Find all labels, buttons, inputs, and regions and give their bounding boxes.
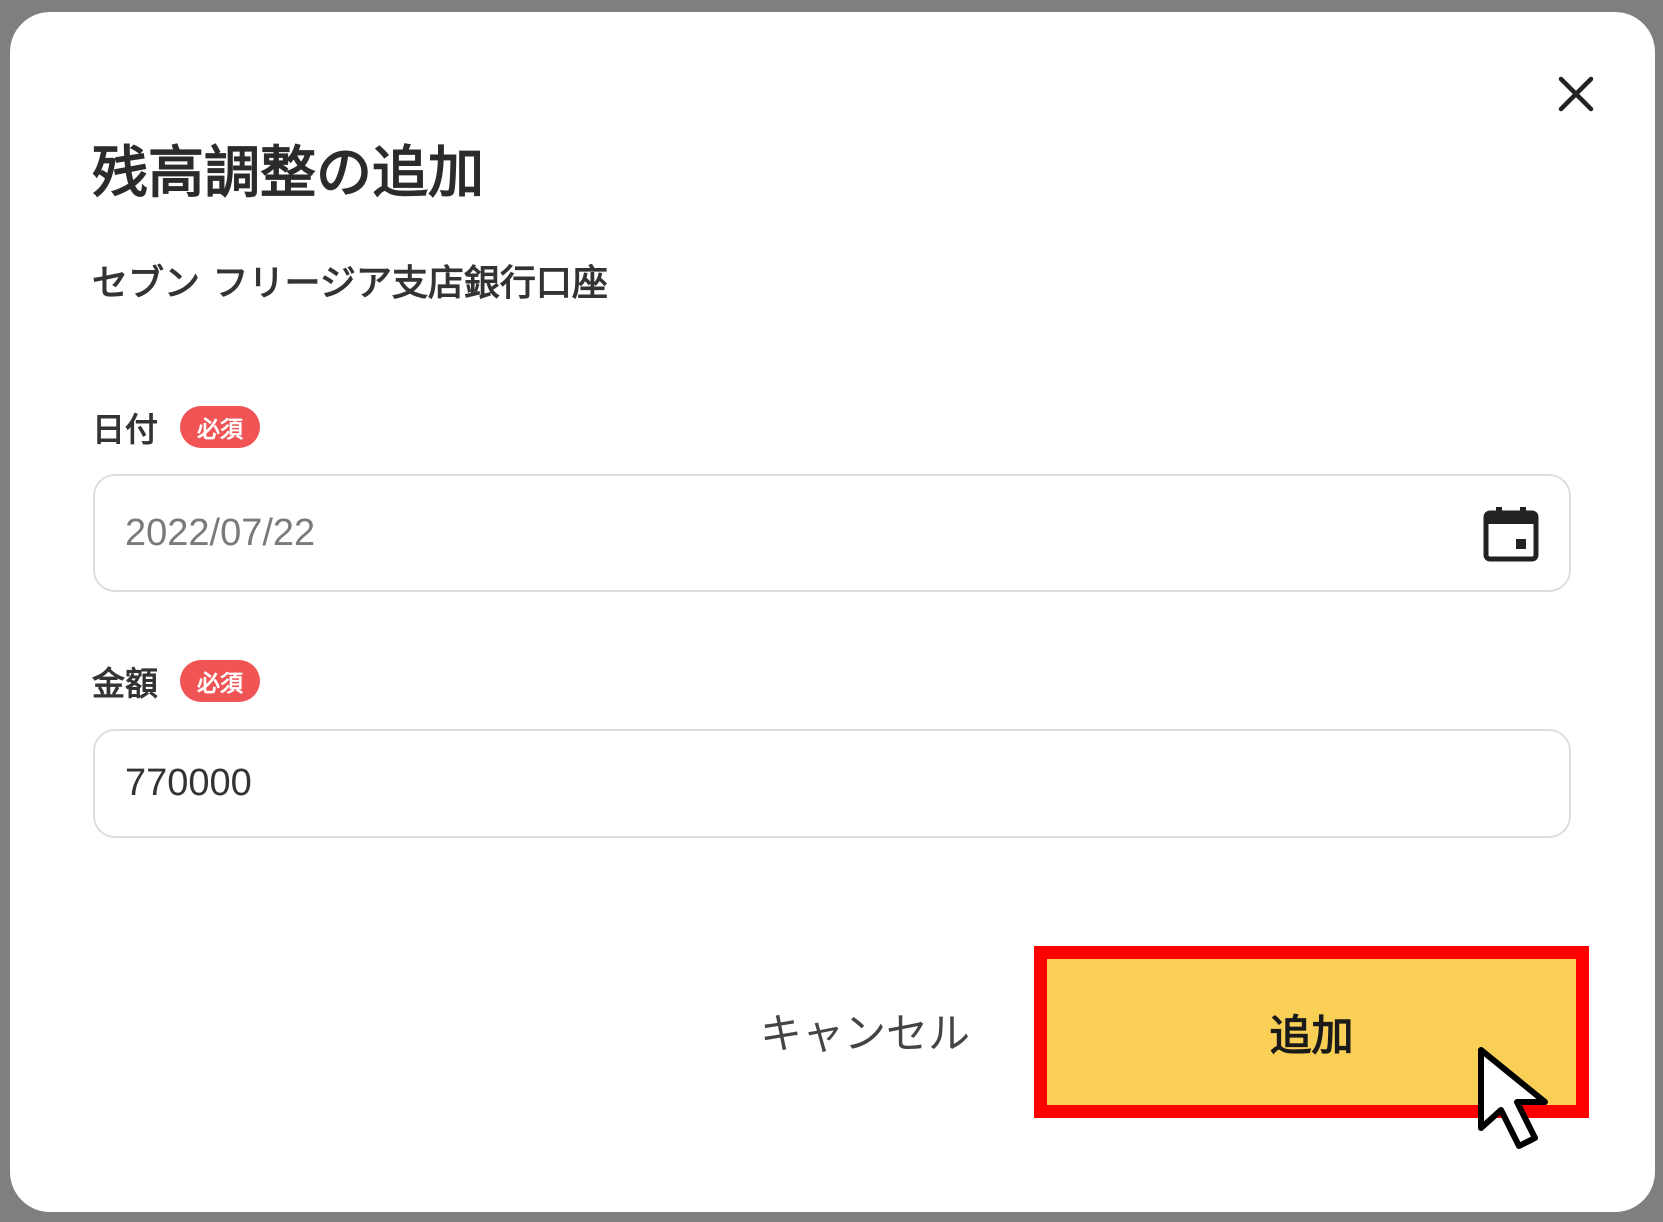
mouse-pointer-icon [1478,1047,1548,1149]
calendar-icon [1483,507,1539,562]
close-button[interactable] [1550,68,1602,120]
amount-value[interactable]: 770000 [125,762,252,805]
amount-required-badge: 必須 [180,660,260,702]
amount-field[interactable]: 770000 [93,729,1571,838]
date-required-badge: 必須 [180,406,260,448]
amount-label: 金額 [92,664,158,703]
calendar-button[interactable] [1479,502,1543,566]
date-value[interactable]: 2022/07/22 [125,512,315,555]
close-icon [1558,76,1594,112]
cancel-button[interactable]: キャンセル [750,995,980,1065]
amount-label-row: 金額 必須 [92,657,260,705]
dialog-title: 残高調整の追加 [92,141,484,206]
date-label: 日付 [92,410,158,449]
date-field[interactable]: 2022/07/22 [93,474,1571,592]
balance-adjustment-dialog: 残高調整の追加 セブン フリージア支店銀行口座 日付 必須 2022/07/22… [10,12,1655,1212]
account-name: セブン フリージア支店銀行口座 [92,263,608,304]
date-label-row: 日付 必須 [92,403,260,451]
